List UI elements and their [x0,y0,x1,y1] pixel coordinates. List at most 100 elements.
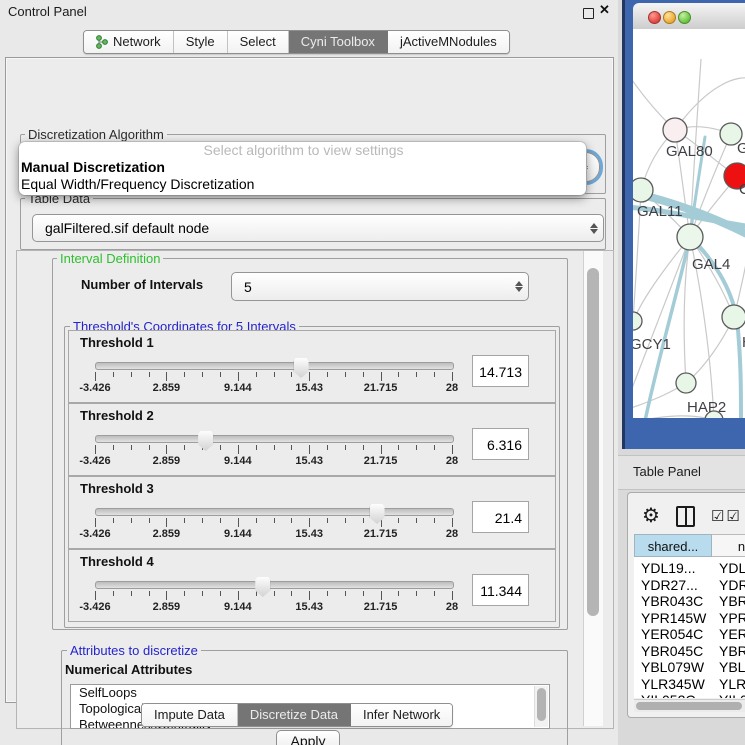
tick-label: 9.144 [224,601,252,613]
cell-shared-name[interactable]: YER054C [641,626,703,642]
algorithm-placeholder-option[interactable]: Select algorithm to view settings [19,142,586,159]
tick-mark [238,518,239,527]
cell-shared-name[interactable]: YBR043C [641,593,703,609]
checkbox-checked-icon[interactable]: ☑ [711,507,724,525]
tick-mark [381,591,382,600]
tick-mark [166,372,167,381]
table-data-combo[interactable]: galFiltered.sif default node [32,214,604,242]
tab-infer-network[interactable]: Infer Network [351,704,452,726]
column-header-name[interactable]: n [712,534,745,557]
slider-track[interactable] [95,435,454,443]
tab-jactivemnodules[interactable]: jActiveMNodules [388,31,509,53]
tick-mark [149,372,150,377]
list-scrollbar[interactable] [534,686,548,727]
tick-mark [416,591,417,596]
tick-mark [274,518,275,523]
apply-button[interactable]: Apply [276,730,340,745]
cell-name[interactable]: YIL0 [719,692,745,698]
close-traffic-light-icon[interactable] [648,11,661,24]
tick-mark [363,445,364,450]
cell-name[interactable]: YDL1 [719,560,745,576]
slider-thumb[interactable] [255,577,270,597]
tick-mark [398,445,399,450]
network-view-window[interactable]: GAL80G.CGAL11GAL4GCY1HHAP2 [622,0,745,449]
tick-mark [345,518,346,523]
slider-track[interactable] [95,581,454,589]
attribute-item[interactable]: SelfLoops [71,685,549,701]
close-icon[interactable]: ✕ [599,2,610,18]
network-window-titlebar[interactable] [633,3,745,30]
tab-network[interactable]: Network [84,31,174,53]
tab-impute-data[interactable]: Impute Data [142,704,238,726]
tab-style[interactable]: Style [174,31,228,53]
cell-shared-name[interactable]: YLR345W [641,676,705,692]
slider-track[interactable] [95,508,454,516]
threshold-value-field[interactable]: 14.713 [472,355,529,387]
panel-title: Control Panel [8,4,87,19]
settings-scrollbar-thumb[interactable] [587,268,599,616]
slider-track[interactable] [95,362,454,370]
algorithm-option[interactable]: Equal Width/Frequency Discretization [19,176,586,193]
column-header-shared-name[interactable]: shared... [634,534,712,557]
minimize-traffic-light-icon[interactable] [663,11,676,24]
table-row[interactable]: YBL079W YBL0 [634,659,745,676]
cell-shared-name[interactable]: YIL052C [641,692,695,698]
table-h-scrollbar-thumb[interactable] [636,702,742,710]
threshold-value-field[interactable]: 11.344 [472,574,529,606]
tick-label: 15.43 [295,601,323,613]
gear-icon[interactable]: ⚙ [642,506,660,526]
float-window-icon[interactable] [583,8,594,19]
cell-name[interactable]: YLR3 [719,676,745,692]
network-canvas[interactable]: GAL80G.CGAL11GAL4GCY1HHAP2 [633,29,745,418]
table-row[interactable]: YBR045C YBR0 [634,643,745,660]
split-pane-icon[interactable] [676,506,695,527]
cell-name[interactable]: YDR2 [719,577,745,593]
table-row[interactable]: YLR345W YLR3 [634,676,745,693]
green-node[interactable] [722,305,745,329]
tab-label: Network [113,34,161,49]
cell-name[interactable]: YBR0 [719,593,745,609]
settings-scrollbar[interactable] [583,251,603,726]
tick-mark [434,518,435,523]
tick-mark [95,518,96,527]
tick-mark [345,445,346,450]
tick-label: 15.43 [295,528,323,540]
cell-shared-name[interactable]: YBL079W [641,659,704,675]
table-row[interactable]: YDL19... YDL1 [634,560,745,577]
tab-cyni-toolbox[interactable]: Cyni Toolbox [289,31,388,53]
threshold-value-field[interactable]: 6.316 [472,428,529,460]
zoom-traffic-light-icon[interactable] [678,11,691,24]
table-row[interactable]: YDR27... YDR2 [634,577,745,594]
tick-label: 2.859 [153,528,181,540]
cell-name[interactable]: YPR1 [719,610,745,626]
green-node[interactable] [633,312,642,330]
cell-shared-name[interactable]: YDR27... [641,577,698,593]
cell-shared-name[interactable]: YDL19... [641,560,695,576]
cell-name[interactable]: YBL0 [719,659,745,675]
green-node[interactable] [633,178,653,202]
cell-name[interactable]: YBR0 [719,643,745,659]
table-row[interactable]: YER054C YER0 [634,626,745,643]
tab-select[interactable]: Select [228,31,289,53]
slider-thumb[interactable] [370,504,385,524]
tick-mark [327,591,328,596]
green-node[interactable] [676,373,696,393]
table-row[interactable]: YBR043C YBR0 [634,593,745,610]
table-row[interactable]: YPR145W YPR1 [634,610,745,627]
tab-label: Impute Data [154,707,225,722]
pink-node[interactable] [663,118,687,142]
table-row[interactable]: YIL052C YIL0 [634,692,745,698]
checkbox-checked-icon[interactable]: ☑ [726,507,739,525]
algorithm-option[interactable]: Manual Discretization [19,159,586,176]
list-scrollbar-thumb[interactable] [537,688,546,721]
number-of-intervals-spinner[interactable]: 5 [231,272,529,301]
slider-thumb[interactable] [294,358,309,378]
tab-discretize-data[interactable]: Discretize Data [238,704,351,726]
cell-name[interactable]: YER0 [719,626,745,642]
cell-shared-name[interactable]: YBR045C [641,643,703,659]
cell-shared-name[interactable]: YPR145W [641,610,706,626]
table-h-scrollbar[interactable] [634,699,745,712]
green-node[interactable] [677,224,703,250]
slider-thumb[interactable] [198,431,213,451]
threshold-value-field[interactable]: 21.4 [472,501,529,533]
